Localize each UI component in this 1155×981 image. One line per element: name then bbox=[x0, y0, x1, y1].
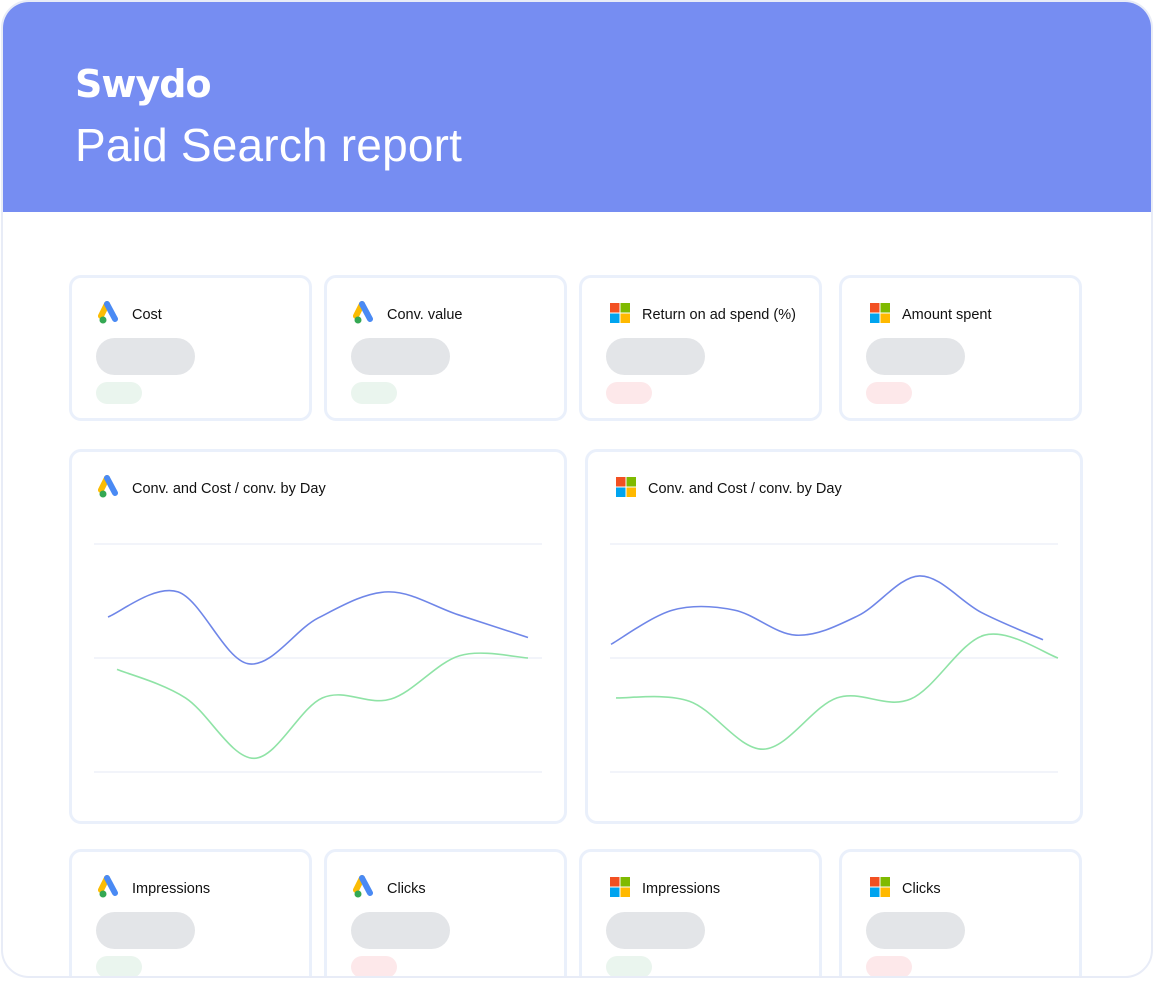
trend-placeholder bbox=[351, 956, 397, 976]
page-title: Paid Search report bbox=[75, 119, 463, 171]
kpi-label: Clicks bbox=[387, 881, 426, 897]
value-placeholder bbox=[96, 338, 195, 375]
report-frame: Swydo Paid Search report Cost Conv. valu… bbox=[0, 0, 1155, 981]
google-ads-icon bbox=[353, 875, 373, 898]
kpi-label: Amount spent bbox=[902, 307, 992, 323]
trend-placeholder bbox=[606, 382, 652, 404]
kpi-label: Impressions bbox=[642, 881, 721, 897]
chart-card-microsoft[interactable]: Conv. and Cost / conv. by Day bbox=[585, 449, 1083, 824]
kpi-card-roas[interactable]: Return on ad spend (%) bbox=[579, 275, 822, 421]
report-header: Swydo Paid Search report bbox=[3, 2, 1151, 212]
value-placeholder bbox=[351, 912, 450, 949]
cost-per-conv-line bbox=[610, 575, 1044, 646]
google-ads-icon bbox=[353, 301, 373, 324]
kpi-card-clicks-microsoft[interactable]: Clicks bbox=[839, 849, 1082, 976]
value-placeholder bbox=[866, 912, 965, 949]
chart-card-google[interactable]: Conv. and Cost / conv. by Day bbox=[69, 449, 567, 824]
microsoft-ads-icon bbox=[610, 303, 630, 323]
microsoft-ads-icon bbox=[870, 303, 890, 323]
trend-placeholder bbox=[96, 956, 142, 976]
trend-placeholder bbox=[606, 956, 652, 976]
kpi-label: Conv. value bbox=[387, 307, 463, 323]
value-placeholder bbox=[866, 338, 965, 375]
conversions-line bbox=[116, 652, 529, 760]
line-chart-microsoft bbox=[610, 543, 1059, 773]
kpi-label: Clicks bbox=[902, 881, 941, 897]
kpi-label: Cost bbox=[132, 307, 162, 323]
kpi-card-clicks-google[interactable]: Clicks bbox=[324, 849, 567, 976]
microsoft-ads-icon bbox=[870, 877, 890, 897]
report-card: Swydo Paid Search report Cost Conv. valu… bbox=[1, 0, 1153, 978]
trend-placeholder bbox=[351, 382, 397, 404]
kpi-card-cost[interactable]: Cost bbox=[69, 275, 312, 421]
kpi-label: Impressions bbox=[132, 881, 211, 897]
microsoft-ads-icon bbox=[610, 877, 630, 897]
value-placeholder bbox=[96, 912, 195, 949]
value-placeholder bbox=[351, 338, 450, 375]
value-placeholder bbox=[606, 912, 705, 949]
trend-placeholder bbox=[96, 382, 142, 404]
line-chart-google bbox=[94, 543, 542, 773]
kpi-card-amount-spent[interactable]: Amount spent bbox=[839, 275, 1082, 421]
swydo-logo: Swydo bbox=[75, 62, 212, 106]
cost-per-conv-line bbox=[107, 589, 529, 665]
value-placeholder bbox=[606, 338, 705, 375]
kpi-card-impressions-microsoft[interactable]: Impressions bbox=[579, 849, 822, 976]
trend-placeholder bbox=[866, 382, 912, 404]
kpi-label: Return on ad spend (%) bbox=[642, 307, 796, 323]
trend-placeholder bbox=[866, 956, 912, 976]
google-ads-icon bbox=[98, 301, 118, 324]
kpi-card-conv-value[interactable]: Conv. value bbox=[324, 275, 567, 421]
conversions-line bbox=[615, 633, 1059, 751]
kpi-card-impressions-google[interactable]: Impressions bbox=[69, 849, 312, 976]
google-ads-icon bbox=[98, 875, 118, 898]
